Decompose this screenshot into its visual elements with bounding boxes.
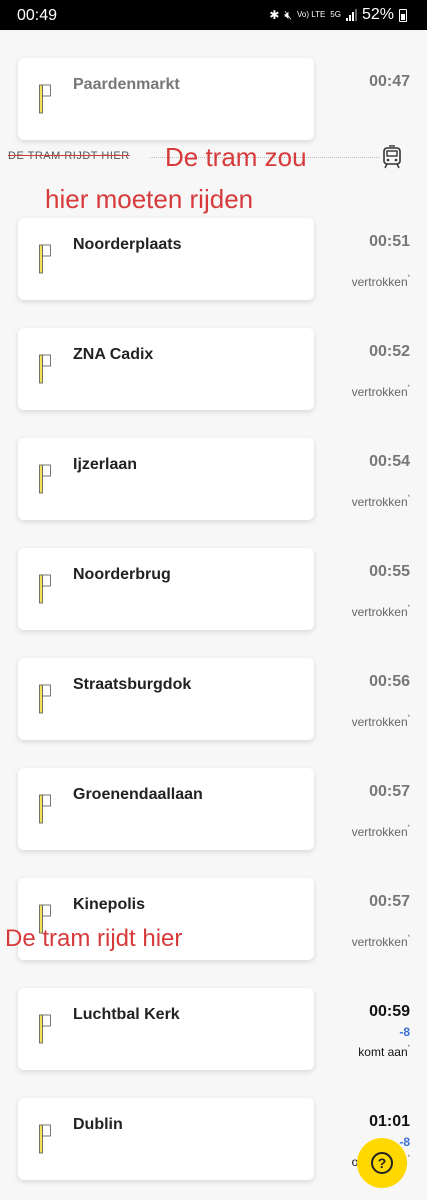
stop-name: Noorderbrug <box>73 566 171 583</box>
stop-row[interactable]: Groenendaallaan 00:57 vertrokken* <box>0 768 427 852</box>
stop-row[interactable]: Noorderbrug 00:55 vertrokken* <box>0 548 427 632</box>
annotation-should-drive: hier moeten rijden <box>45 184 254 214</box>
stop-flag-icon <box>39 684 51 714</box>
stop-name: Kinepolis <box>73 896 146 913</box>
help-button[interactable]: ? <box>357 1138 407 1188</box>
signal-icon <box>345 9 357 21</box>
stop-row[interactable]: Noorderplaats 00:51 vertrokken* <box>0 218 427 302</box>
tram-icon <box>383 145 401 169</box>
volte-indicator: Vo) LTE <box>296 10 326 19</box>
departure-state: vertrokken* <box>352 275 410 289</box>
departure-time: 00:56 <box>369 673 410 690</box>
stop-card[interactable]: Ijzerlaan <box>18 438 314 520</box>
stop-name: Luchtbal Kerk <box>73 1006 180 1023</box>
annotation-tram-here: De tram rijdt hier <box>5 925 183 952</box>
status-icons: ✱ 🔇︎ Vo) LTE 5G 52% <box>269 6 407 24</box>
status-bar: 00:49 ✱ 🔇︎ Vo) LTE 5G 52% <box>0 0 427 30</box>
stop-flag-icon <box>39 464 51 494</box>
realtime-mark-icon: * <box>407 385 410 391</box>
annotation-should-be: De tram zou <box>165 142 307 172</box>
realtime-mark-icon: * <box>407 715 410 721</box>
departure-state-text: vertrokken <box>351 275 408 289</box>
mute-icon: 🔇︎ <box>284 7 292 22</box>
departure-state: vertrokken* <box>352 715 410 729</box>
realtime-mark-icon: * <box>407 1045 410 1051</box>
departure-state: komt aan* <box>358 1045 410 1059</box>
stop-flag-icon <box>39 574 51 604</box>
realtime-mark-icon: * <box>407 605 410 611</box>
stop-card[interactable]: Noorderplaats <box>18 218 314 300</box>
stop-card[interactable]: Paardenmarkt <box>18 58 314 140</box>
realtime-mark-icon: * <box>407 495 410 501</box>
departure-state-text: vertrokken <box>351 385 408 399</box>
stop-card[interactable]: Straatsburgdok <box>18 658 314 740</box>
stop-name: Groenendaallaan <box>73 786 203 803</box>
stop-flag-icon <box>39 794 51 824</box>
delay-badge: -8 <box>399 1025 410 1039</box>
departure-time: 00:59 <box>369 1003 410 1020</box>
stop-flag-icon <box>39 1124 51 1154</box>
departure-time: 01:01 <box>369 1113 410 1130</box>
departure-state-text: vertrokken <box>351 715 408 729</box>
stop-row[interactable]: ZNA Cadix 00:52 vertrokken* <box>0 328 427 412</box>
stop-name: ZNA Cadix <box>73 346 154 363</box>
stop-card[interactable]: Noorderbrug <box>18 548 314 630</box>
stop-name: Ijzerlaan <box>73 456 138 473</box>
stop-row[interactable]: Luchtbal Kerk 00:59 -8 komt aan* <box>0 988 427 1072</box>
departure-state: vertrokken* <box>352 495 410 509</box>
battery-icon <box>399 8 407 22</box>
stop-row[interactable]: Straatsburgdok 00:56 vertrokken* <box>0 658 427 742</box>
status-time: 00:49 <box>17 7 58 24</box>
realtime-mark-icon: * <box>407 1155 410 1161</box>
departure-time: 00:57 <box>369 893 410 910</box>
bluetooth-icon: ✱ <box>269 8 280 22</box>
question-icon: ? <box>371 1152 393 1174</box>
stop-flag-icon <box>39 84 51 114</box>
network-type: 5G <box>330 10 341 19</box>
stop-card[interactable]: ZNA Cadix <box>18 328 314 410</box>
departure-state: vertrokken* <box>352 825 410 839</box>
departure-state-text: vertrokken <box>351 935 408 949</box>
stop-name: Straatsburgdok <box>73 676 192 693</box>
departure-state-text: komt aan <box>358 1045 408 1059</box>
departure-state-text: vertrokken <box>351 495 408 509</box>
stop-card[interactable]: Luchtbal Kerk <box>18 988 314 1070</box>
stop-name: Noorderplaats <box>73 236 182 253</box>
departure-time: 00:57 <box>369 783 410 800</box>
battery-percent: 52% <box>361 6 394 23</box>
stop-flag-icon <box>39 244 51 274</box>
stop-flag-icon <box>39 1014 51 1044</box>
departure-time: 00:51 <box>369 233 410 250</box>
departure-state-text: vertrokken <box>351 605 408 619</box>
departure-state: vertrokken* <box>352 605 410 619</box>
realtime-mark-icon: * <box>407 935 410 941</box>
departure-time: 00:54 <box>369 453 410 470</box>
stop-card[interactable]: Dublin <box>18 1098 314 1180</box>
departure-state: vertrokken* <box>352 935 410 949</box>
stop-name: Paardenmarkt <box>73 76 180 93</box>
stop-row[interactable]: Ijzerlaan 00:54 vertrokken* <box>0 438 427 522</box>
departure-time: 00:55 <box>369 563 410 580</box>
departure-time: 00:47 <box>369 73 410 90</box>
departure-time: 00:52 <box>369 343 410 360</box>
tram-position-label: DE TRAM RIJDT HIER <box>8 150 130 162</box>
stop-card[interactable]: Groenendaallaan <box>18 768 314 850</box>
departure-state-text: vertrokken <box>351 825 408 839</box>
stop-name: Dublin <box>73 1116 123 1133</box>
realtime-mark-icon: * <box>407 825 410 831</box>
departure-state: vertrokken* <box>352 385 410 399</box>
stop-row[interactable]: Paardenmarkt 00:47 <box>0 58 427 142</box>
stop-flag-icon <box>39 354 51 384</box>
realtime-mark-icon: * <box>407 275 410 281</box>
